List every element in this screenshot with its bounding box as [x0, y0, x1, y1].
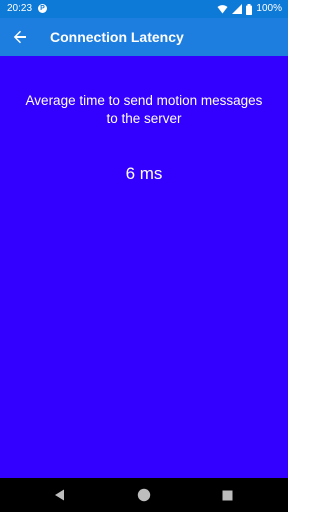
screen: 20:23 P 100% Connection Latency Average … [0, 0, 288, 512]
battery-percentage: 100% [256, 3, 282, 14]
battery-icon [246, 3, 253, 15]
status-bar: 20:23 P 100% [0, 0, 288, 18]
system-nav-bar [0, 478, 288, 512]
cellular-icon [232, 4, 243, 14]
wifi-icon [217, 4, 228, 14]
back-triangle-icon [55, 489, 64, 501]
app-bar: Connection Latency [0, 18, 288, 56]
status-icons: 100% [217, 3, 282, 15]
page-title: Connection Latency [50, 29, 184, 45]
nav-recents-button[interactable] [219, 487, 235, 503]
main-content: Average time to send motion messages to … [0, 56, 288, 478]
nav-home-button[interactable] [136, 487, 152, 503]
latency-description: Average time to send motion messages to … [25, 93, 263, 126]
arrow-back-icon [13, 30, 26, 44]
notification-icon: P [38, 4, 47, 13]
back-button[interactable] [8, 25, 32, 49]
home-circle-icon [137, 488, 151, 502]
recents-square-icon [222, 490, 232, 500]
latency-value: 6 ms [125, 164, 163, 183]
status-time: 20:23 [7, 3, 33, 14]
nav-back-button[interactable] [52, 487, 68, 503]
